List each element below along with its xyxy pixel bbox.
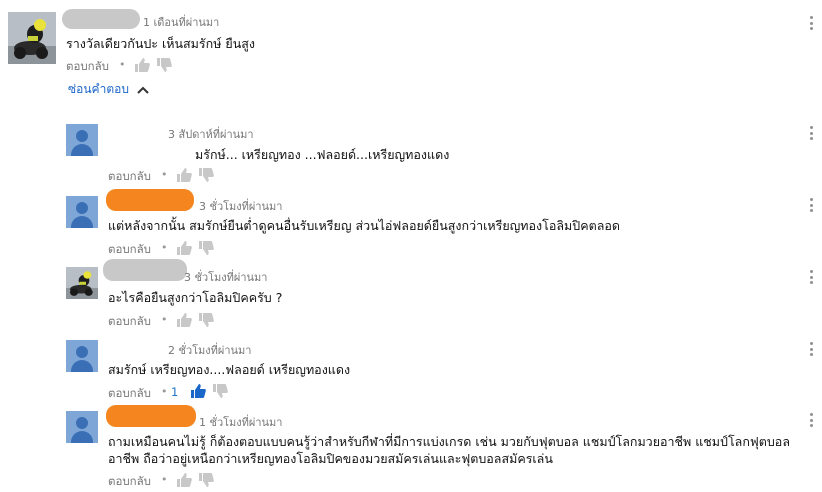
comment-text: สมรักษ์ เหรียญทอง....ฟลอยด์ เหรียญทองแดง xyxy=(108,362,351,377)
comment-text: รางวัลเดียวกันปะ เห็นสมรักษ์ ยืนสูง xyxy=(66,36,256,51)
redacted-username xyxy=(62,9,140,29)
replier-avatar[interactable] xyxy=(66,267,98,299)
comment-text: อะไรคือยืนสูงกว่าโอลิมปิคครับ ? xyxy=(108,290,283,305)
redacted-username xyxy=(106,405,196,427)
thumbs-down-icon[interactable] xyxy=(198,240,214,256)
separator-dot: • xyxy=(161,313,168,326)
comment-text: แต่หลังจากนั้น สมรักษ์ยืนต่ำดูคนอื่นรับเ… xyxy=(108,218,620,233)
comment-timestamp: 3 ชั่วโมงที่ผ่านมา xyxy=(199,200,283,213)
more-options-icon[interactable] xyxy=(810,16,814,32)
separator-dot: • xyxy=(161,385,168,398)
more-options-icon[interactable] xyxy=(810,126,814,142)
thumbs-down-icon[interactable] xyxy=(198,167,214,183)
reply-button[interactable]: ตอบกลับ xyxy=(108,168,151,186)
user-photo-icon xyxy=(8,12,56,64)
chevron-up-icon xyxy=(137,86,149,94)
reply-button[interactable]: ตอบกลับ xyxy=(66,58,109,76)
hide-replies-button[interactable]: ซ่อนคำตอบ xyxy=(68,80,149,99)
comment-text: มรักษ์... เหรียญทอง ...ฟลอยด์...เหรียญทอ… xyxy=(195,147,450,162)
replier-avatar[interactable] xyxy=(66,340,98,372)
thumbs-down-icon[interactable] xyxy=(156,57,172,73)
redacted-username xyxy=(106,189,194,211)
reply-button[interactable]: ตอบกลับ xyxy=(108,473,151,491)
replier-avatar[interactable] xyxy=(66,411,98,443)
separator-dot: • xyxy=(119,58,126,71)
more-options-icon[interactable] xyxy=(810,198,814,214)
reply-button[interactable]: ตอบกลับ xyxy=(108,241,151,259)
comment-timestamp: 3 ชั่วโมงที่ผ่านมา xyxy=(184,271,268,284)
thumbs-down-icon[interactable] xyxy=(198,312,214,328)
thumbs-up-icon[interactable] xyxy=(176,240,192,256)
replier-avatar[interactable] xyxy=(66,124,98,156)
comment-timestamp: 2 ชั่วโมงที่ผ่านมา xyxy=(168,344,252,357)
redacted-username xyxy=(103,259,187,281)
thumbs-up-icon[interactable] xyxy=(176,312,192,328)
thumbs-up-icon[interactable] xyxy=(176,167,192,183)
comment-timestamp: 3 สัปดาห์ที่ผ่านมา xyxy=(168,128,254,141)
commenter-avatar[interactable] xyxy=(8,12,56,64)
hide-replies-label: ซ่อนคำตอบ xyxy=(68,82,129,96)
comment-text-line-2: อาชีพ ถือว่าอยู่เหนือกว่าเหรียญทองโอลิมป… xyxy=(108,451,553,466)
comment-timestamp: 1 ชั่วโมงที่ผ่านมา xyxy=(199,416,283,429)
thumbs-up-icon[interactable] xyxy=(190,383,206,399)
thumbs-up-icon[interactable] xyxy=(176,472,192,488)
more-options-icon[interactable] xyxy=(810,342,814,358)
reply-button[interactable]: ตอบกลับ xyxy=(108,313,151,331)
more-options-icon[interactable] xyxy=(810,413,814,429)
more-options-icon[interactable] xyxy=(810,270,814,286)
user-photo-icon xyxy=(66,267,98,299)
reply-button[interactable]: ตอบกลับ xyxy=(108,385,151,403)
separator-dot: • xyxy=(161,473,168,486)
thumbs-up-icon[interactable] xyxy=(134,57,150,73)
separator-dot: • xyxy=(161,168,168,181)
comment-timestamp: 1 เดือนที่ผ่านมา xyxy=(143,16,220,29)
thumbs-down-icon[interactable] xyxy=(212,383,228,399)
replier-avatar[interactable] xyxy=(66,196,98,228)
separator-dot: • xyxy=(161,241,168,254)
like-count: 1 xyxy=(171,385,179,399)
thumbs-down-icon[interactable] xyxy=(198,472,214,488)
